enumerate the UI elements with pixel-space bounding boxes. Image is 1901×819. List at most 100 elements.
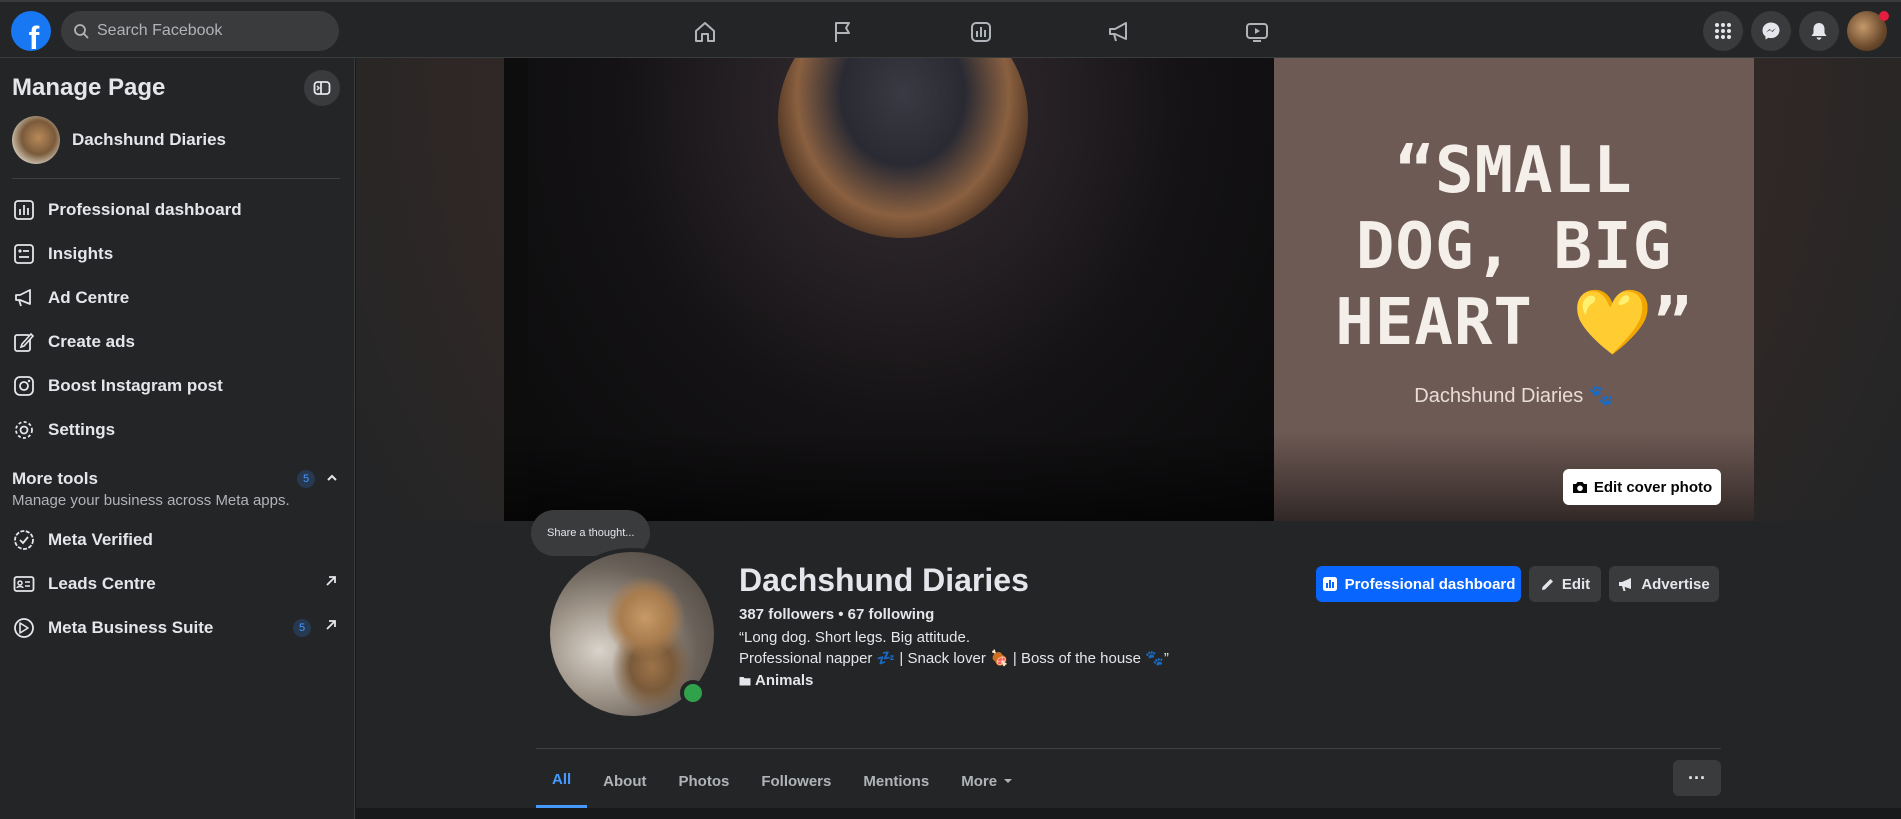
cover-quote-line: “SMALL — [1395, 134, 1633, 208]
camera-icon — [1572, 482, 1587, 493]
more-options-button[interactable]: ··· — [1673, 760, 1721, 796]
advertise-label: Advertise — [1641, 575, 1710, 593]
pencil-icon — [1541, 578, 1553, 590]
switch-profile-icon — [313, 81, 331, 95]
search-box[interactable] — [61, 11, 339, 51]
business-suite-icon — [12, 616, 36, 640]
more-tools-title[interactable]: More tools — [12, 469, 98, 489]
verified-icon — [12, 528, 36, 552]
tab-all[interactable]: All — [536, 754, 588, 808]
facebook-logo[interactable]: f — [11, 11, 51, 51]
notifications-icon — [1811, 23, 1827, 40]
dog-nose-image — [778, 58, 1028, 238]
sidebar-page-switcher[interactable]: Dachshund Diaries — [12, 116, 226, 164]
page-avatar — [12, 116, 60, 164]
megaphone-icon — [12, 286, 36, 310]
sidebar-item-label: Insights — [48, 244, 114, 263]
notifications-button[interactable] — [1799, 11, 1839, 51]
page-category[interactable]: Animals — [739, 672, 813, 689]
facebook-logo-letter: f — [28, 20, 40, 51]
folder-icon — [739, 676, 751, 685]
dashboard-icon — [1322, 577, 1337, 591]
online-status-indicator — [680, 680, 706, 706]
sidebar-divider — [12, 178, 340, 179]
sidebar-page-name: Dachshund Diaries — [72, 130, 226, 149]
pencil-icon — [12, 330, 36, 354]
sidebar-item-label: Meta Business Suite — [48, 618, 214, 637]
advertise-button[interactable]: Advertise — [1609, 566, 1719, 602]
top-navigation-bar: f — [0, 0, 1901, 58]
instagram-icon — [12, 374, 36, 398]
caret-down-icon — [1004, 779, 1013, 783]
sidebar-item-create-ads[interactable]: Create ads — [12, 322, 342, 362]
search-input[interactable] — [97, 22, 317, 40]
messenger-icon — [1762, 22, 1780, 40]
edit-cover-label: Edit cover photo — [1593, 478, 1713, 496]
insights-icon — [12, 242, 36, 266]
sidebar-item-ad-centre[interactable]: Ad Centre — [12, 278, 342, 318]
bio-line: “Long dog. Short legs. Big attitude. — [739, 629, 970, 646]
edit-page-button[interactable]: Edit — [1529, 566, 1601, 602]
sidebar-item-professional-dashboard[interactable]: Professional dashboard — [12, 190, 342, 230]
nav-ads[interactable] — [1050, 10, 1188, 54]
cover-quote: “SMALL DOG, BIG HEART 💛” — [1274, 133, 1754, 361]
sidebar-item-leads-centre[interactable]: Leads Centre — [12, 564, 342, 604]
menu-grid-icon — [1715, 23, 1731, 39]
home-icon — [695, 22, 715, 42]
sidebar-item-label: Ad Centre — [48, 288, 130, 307]
sidebar-item-boost-instagram-post[interactable]: Boost Instagram post — [12, 366, 342, 406]
tab-about[interactable]: About — [587, 754, 662, 808]
nav-insights[interactable] — [912, 10, 1050, 54]
bio-line: Professional napper 💤 | Snack lover 🍖 | … — [739, 650, 1169, 667]
nav-video[interactable] — [1188, 10, 1326, 54]
menu-button[interactable] — [1703, 11, 1743, 51]
sidebar-item-settings[interactable]: Settings — [12, 410, 342, 450]
tab-photos[interactable]: Photos — [663, 754, 746, 808]
ellipsis-icon: ··· — [1688, 767, 1706, 788]
account-avatar[interactable] — [1847, 11, 1889, 51]
cover-photo: “SMALL DOG, BIG HEART 💛” Dachshund Diari… — [504, 58, 1754, 521]
sidebar-item-label: Create ads — [48, 332, 135, 351]
dashboard-icon — [12, 198, 36, 222]
sidebar-item-label: Professional dashboard — [48, 200, 242, 219]
contact-card-icon — [12, 572, 36, 596]
sidebar-item-label: Settings — [48, 420, 116, 439]
external-link-icon[interactable] — [324, 616, 338, 637]
messenger-button[interactable] — [1751, 11, 1791, 51]
tab-followers[interactable]: Followers — [745, 754, 847, 808]
meta-business-suite-badge: 5 — [293, 619, 311, 637]
follower-stats[interactable]: 387 followers • 67 following — [739, 606, 934, 623]
gear-icon — [12, 418, 36, 442]
cover-quote-line: DOG, BIG — [1355, 210, 1673, 284]
top-right-actions — [1703, 11, 1889, 51]
professional-dashboard-label: Professional dashboard — [1344, 575, 1516, 593]
tab-more-label: More — [961, 772, 998, 790]
sidebar-item-insights[interactable]: Insights — [12, 234, 342, 274]
tab-more[interactable]: More — [945, 754, 1029, 808]
page-category-label: Animals — [755, 672, 814, 689]
tab-mentions[interactable]: Mentions — [847, 754, 945, 808]
search-icon — [74, 24, 89, 39]
chevron-up-icon[interactable] — [326, 470, 338, 486]
insights-icon — [971, 22, 991, 42]
cover-signature: Dachshund Diaries 🐾 — [1414, 385, 1614, 407]
sidebar-item-label: Leads Centre — [48, 574, 156, 593]
sidebar-toggle-button[interactable] — [304, 70, 340, 106]
cover-quote-line: HEART 💛” — [1335, 286, 1693, 360]
sidebar-item-meta-verified[interactable]: Meta Verified — [12, 520, 342, 560]
feed-background — [356, 808, 1901, 819]
nav-home[interactable] — [636, 10, 774, 54]
professional-dashboard-button[interactable]: Professional dashboard — [1316, 566, 1521, 602]
edit-label: Edit — [1561, 575, 1591, 593]
notification-dot — [1879, 11, 1889, 21]
edit-cover-photo-button[interactable]: Edit cover photo — [1563, 469, 1721, 505]
megaphone-icon — [1109, 22, 1127, 42]
more-tools-subtitle: Manage your business across Meta apps. — [12, 492, 290, 509]
external-link-icon[interactable] — [324, 572, 338, 593]
megaphone-icon — [1619, 577, 1632, 591]
more-tools-badge: 5 — [297, 470, 315, 488]
nav-pages[interactable] — [774, 10, 912, 54]
sidebar-title: Manage Page — [12, 74, 166, 101]
video-icon — [1246, 23, 1268, 42]
flag-icon — [835, 22, 850, 42]
